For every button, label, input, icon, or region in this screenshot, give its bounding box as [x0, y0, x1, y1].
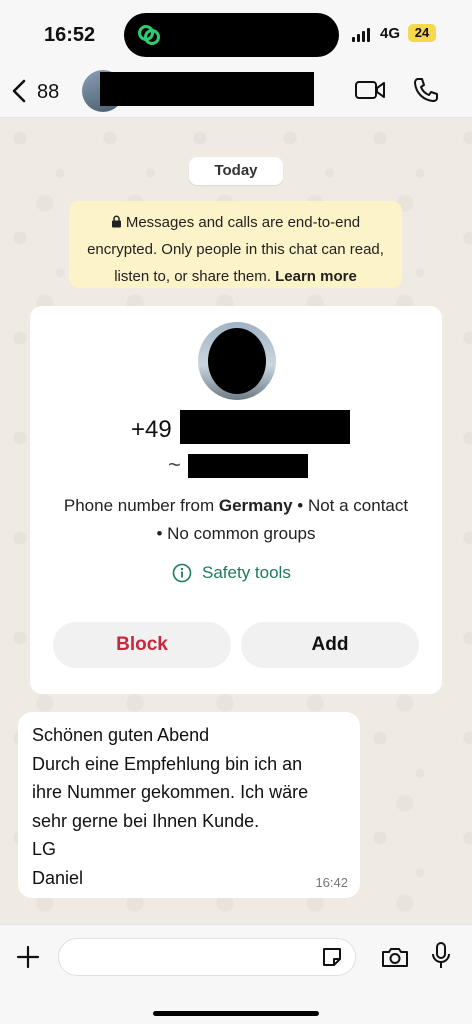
message-input[interactable]	[58, 938, 356, 976]
message-timestamp: 16:42	[315, 875, 348, 890]
safety-tools-link[interactable]: Safety tools	[172, 561, 291, 585]
home-indicator	[153, 1011, 319, 1016]
microphone-icon[interactable]	[430, 941, 452, 971]
link-activity-icon	[138, 25, 160, 45]
encryption-notice[interactable]: Messages and calls are end-to-end encryp…	[69, 201, 402, 288]
lock-icon	[111, 215, 121, 228]
chat-header: 88	[0, 64, 472, 118]
contact-info-text: Phone number from Germany • Not a contac…	[60, 492, 412, 548]
contact-country: Germany	[218, 496, 293, 515]
learn-more-link[interactable]: Learn more	[275, 268, 357, 285]
block-button[interactable]: Block	[53, 622, 231, 668]
phone-call-icon[interactable]	[412, 76, 440, 104]
status-bar: 16:52 4G 24	[0, 0, 472, 64]
info-icon	[172, 563, 192, 583]
add-contact-button[interactable]: Add	[241, 622, 419, 668]
incoming-message[interactable]: Schönen guten Abend Durch eine Empfehlun…	[18, 712, 360, 898]
network-type: 4G	[380, 25, 401, 42]
message-line: LG	[32, 839, 57, 859]
message-line: sehr gerne bei Ihnen Kunde.	[32, 810, 260, 831]
message-line: Schönen guten Abend	[32, 725, 210, 745]
redacted-phone-number	[180, 410, 350, 444]
date-separator: Today	[189, 157, 283, 185]
redacted-avatar	[208, 328, 266, 394]
push-name-tilde: ~	[168, 452, 181, 477]
back-unread-count[interactable]: 88	[37, 81, 59, 104]
message-line: ihre Nummer gekommen. Ich wäre	[32, 782, 309, 802]
redacted-push-name	[188, 454, 308, 478]
status-time: 16:52	[44, 24, 96, 46]
camera-icon[interactable]	[380, 945, 410, 969]
chevron-left-icon[interactable]	[10, 78, 28, 104]
safety-tools-label: Safety tools	[202, 563, 291, 582]
message-line: Durch eine Empfehlung bin ich an	[32, 753, 303, 774]
video-call-icon[interactable]	[354, 78, 386, 102]
sticker-icon[interactable]	[320, 945, 344, 969]
phone-country-code: +49	[131, 416, 172, 443]
compose-bar	[0, 924, 472, 1024]
battery-icon: 24	[408, 24, 436, 42]
signal-icon	[352, 28, 372, 42]
message-line: Daniel	[32, 867, 84, 888]
info-prefix: Phone number from	[63, 496, 219, 515]
plus-icon[interactable]	[16, 945, 40, 969]
redacted-contact-name[interactable]	[100, 72, 314, 106]
unknown-contact-card: +49 ~ Phone number from Germany • Not a …	[30, 306, 442, 694]
dynamic-island	[124, 13, 339, 57]
